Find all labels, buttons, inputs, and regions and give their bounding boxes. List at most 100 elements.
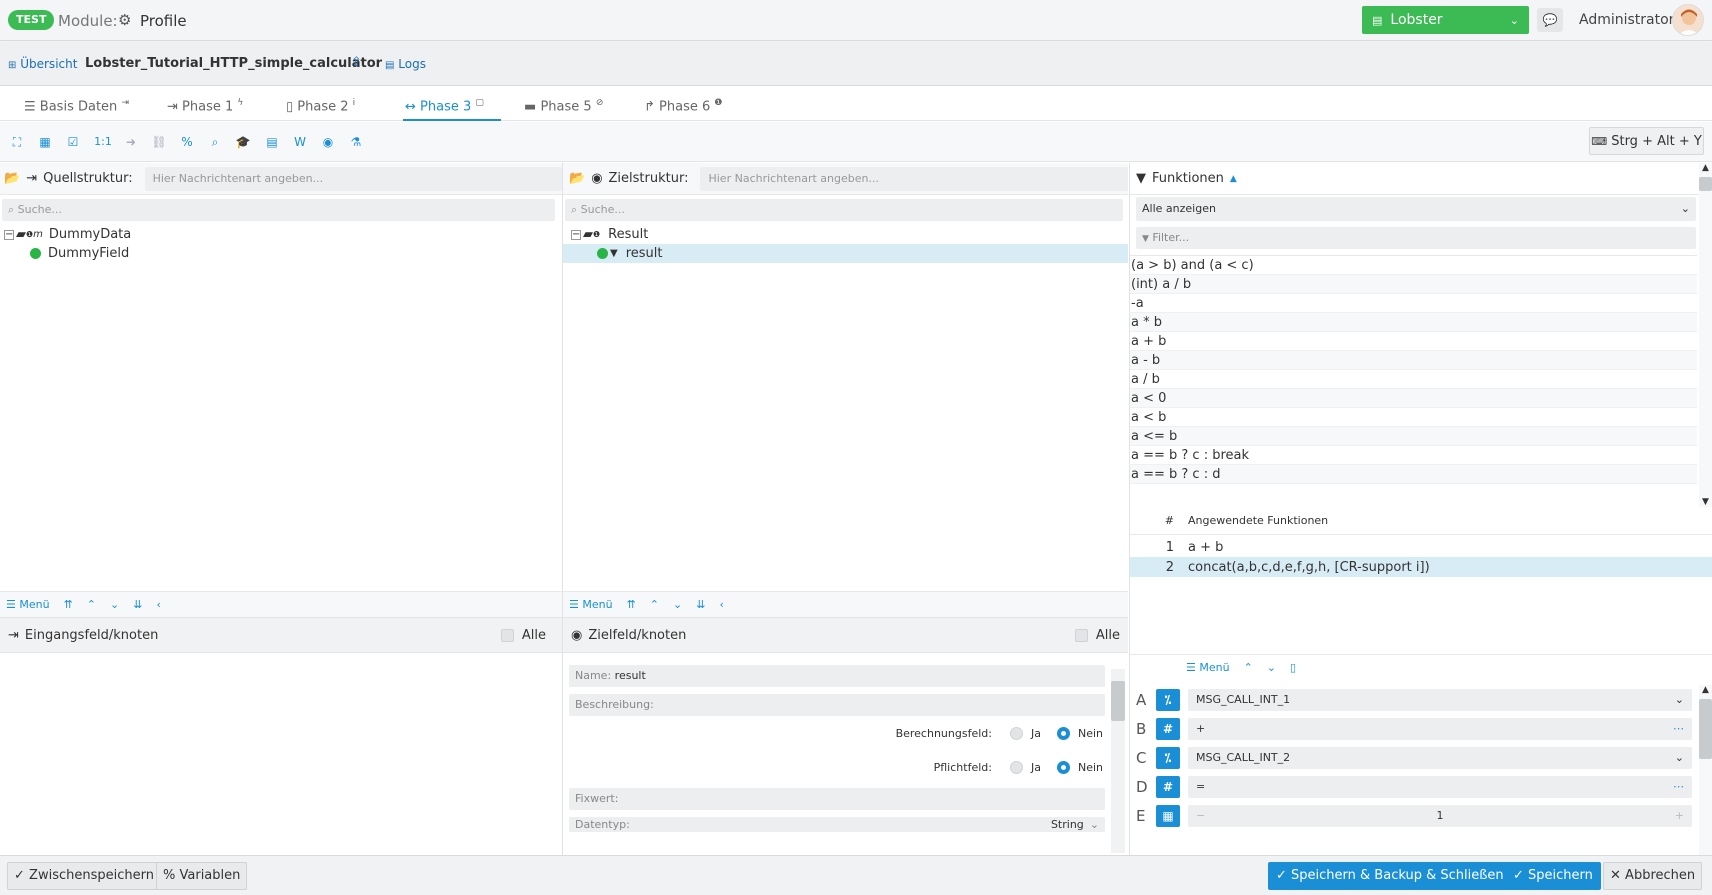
document-icon[interactable]: ▯: [1290, 661, 1296, 674]
overview-link[interactable]: ⊞ Übersicht: [8, 57, 77, 71]
module-name[interactable]: Profile: [140, 12, 187, 30]
percent-icon[interactable]: ⁒: [1156, 688, 1180, 711]
hash-icon[interactable]: #: [1156, 717, 1180, 740]
folder-open-icon[interactable]: 📂: [569, 171, 585, 186]
double-down-icon[interactable]: ⇊: [696, 598, 705, 611]
show-all-select[interactable]: Alle anzeigen ⌄: [1136, 197, 1696, 221]
list-item[interactable]: a - b: [1130, 351, 1697, 370]
variables-button[interactable]: % Variablen: [156, 862, 248, 890]
search-icon[interactable]: ⌕: [205, 132, 225, 152]
target-menu-button[interactable]: ☰ Menü: [569, 598, 613, 611]
tab-phase-1[interactable]: ⇥ Phase 1 ϟ: [165, 86, 245, 121]
left-icon[interactable]: ‹: [156, 598, 160, 611]
logs-link[interactable]: ▤ Logs: [385, 57, 426, 71]
percent-icon[interactable]: ⁒: [1156, 746, 1180, 769]
up-icon[interactable]: ⌃: [1244, 661, 1253, 674]
target-search-input[interactable]: ⌕ Suche...: [565, 199, 1123, 221]
left-icon[interactable]: ‹: [719, 598, 723, 611]
list-item[interactable]: -a: [1130, 294, 1697, 313]
calculator-icon[interactable]: ▦: [1156, 804, 1180, 827]
down-icon[interactable]: ⌄: [1267, 661, 1276, 674]
export-icon[interactable]: ⇪: [351, 55, 362, 70]
params-scrollbar[interactable]: ▲: [1699, 685, 1712, 855]
functions-scrollbar[interactable]: ▲ ▼: [1699, 163, 1712, 507]
double-up-icon[interactable]: ⇈: [627, 598, 636, 611]
word-file-icon[interactable]: W: [290, 132, 310, 152]
all-checkbox[interactable]: [1074, 628, 1088, 642]
tree-node-dummyfield[interactable]: DummyField: [4, 244, 562, 263]
caret-up-icon[interactable]: ▲: [1230, 174, 1237, 184]
fixed-value-field[interactable]: Fixwert:: [569, 788, 1105, 810]
list-alt-icon[interactable]: ▤: [262, 132, 282, 152]
param-input[interactable]: + ⋯: [1188, 717, 1692, 740]
scroll-down-icon[interactable]: ▼: [1699, 497, 1712, 507]
link-icon[interactable]: ⛓: [149, 132, 169, 152]
avatar[interactable]: [1672, 4, 1704, 36]
tab-phase-3[interactable]: ↔ Phase 3 ▢: [403, 86, 501, 121]
list-item[interactable]: (int) a / b: [1130, 275, 1697, 294]
scrollbar-thumb[interactable]: [1699, 699, 1712, 759]
flask-icon[interactable]: ⚗: [346, 132, 366, 152]
tree-node-result[interactable]: ▼ result: [563, 244, 1128, 263]
param-number-stepper[interactable]: − 1 +: [1188, 804, 1692, 827]
tab-phase-5[interactable]: ▬ Phase 5 ⊘: [522, 86, 605, 121]
percent-icon[interactable]: %: [177, 132, 197, 152]
up-icon[interactable]: ⌃: [87, 598, 96, 611]
param-select[interactable]: MSG_CALL_INT_2 ⌄: [1188, 746, 1692, 769]
double-up-icon[interactable]: ⇈: [64, 598, 73, 611]
hash-icon[interactable]: #: [1156, 775, 1180, 798]
calc-yes-radio[interactable]: [1009, 726, 1023, 740]
datatype-select[interactable]: Datentyp: String ⌄: [569, 817, 1105, 832]
profile-select[interactable]: ▤ Lobster ⌄: [1362, 6, 1529, 34]
tab-phase-2[interactable]: ▯ Phase 2 i: [284, 86, 357, 121]
source-message-type-input[interactable]: Hier Nachrichtenart angeben...: [144, 166, 562, 191]
param-select[interactable]: MSG_CALL_INT_1 ⌄: [1188, 688, 1692, 711]
list-item[interactable]: a < b: [1130, 408, 1697, 427]
scroll-up-icon[interactable]: ▲: [1699, 163, 1712, 173]
name-field[interactable]: Name: result: [569, 665, 1105, 687]
required-yes-radio[interactable]: [1009, 760, 1023, 774]
list-item[interactable]: a + b: [1130, 332, 1697, 351]
tree-node-result-root[interactable]: − ▰ ❶ Result: [571, 225, 1128, 244]
list-item[interactable]: (a > b) and (a < c): [1130, 256, 1697, 275]
list-item[interactable]: a * b: [1130, 313, 1697, 332]
functions-filter-input[interactable]: ▼ Filter...: [1136, 227, 1696, 249]
description-field[interactable]: Beschreibung:: [569, 694, 1105, 716]
calc-no-radio[interactable]: [1056, 726, 1070, 740]
save-backup-close-button[interactable]: ✓ Speichern & Backup & Schließen: [1268, 862, 1512, 890]
collapse-icon[interactable]: −: [571, 229, 581, 240]
chat-icon[interactable]: 💬: [1537, 8, 1563, 32]
plus-icon[interactable]: +: [1675, 805, 1684, 827]
list-item[interactable]: a == b ? c : break: [1130, 446, 1697, 465]
grid-icon[interactable]: ▦: [35, 132, 55, 152]
applied-menu-button[interactable]: ☰ Menü: [1186, 661, 1230, 674]
double-down-icon[interactable]: ⇊: [133, 598, 142, 611]
list-item[interactable]: a < 0: [1130, 389, 1697, 408]
down-icon[interactable]: ⌄: [110, 598, 119, 611]
list-item[interactable]: a <= b: [1130, 427, 1697, 446]
scrollbar-thumb[interactable]: [1111, 681, 1125, 721]
scrollbar-thumb[interactable]: [1699, 177, 1712, 191]
table-row[interactable]: 2 concat(a,b,c,d,e,f,g,h, [CR-support i]…: [1130, 557, 1712, 577]
list-item[interactable]: a == b ? c : d: [1130, 465, 1697, 484]
tab-basis-daten[interactable]: ☰ Basis Daten ⇥: [22, 86, 131, 121]
graduation-cap-icon[interactable]: 🎓: [233, 132, 253, 152]
minus-icon[interactable]: −: [1196, 805, 1205, 827]
save-temp-button[interactable]: ✓ Zwischenspeichern: [7, 862, 161, 890]
arrow-right-icon[interactable]: ➜: [121, 132, 141, 152]
collapse-icon[interactable]: −: [4, 229, 14, 240]
eye-icon[interactable]: ◉: [318, 132, 338, 152]
up-icon[interactable]: ⌃: [650, 598, 659, 611]
checkbox-icon[interactable]: ☑: [63, 132, 83, 152]
list-item[interactable]: a / b: [1130, 370, 1697, 389]
expand-icon[interactable]: ⛶: [7, 132, 27, 152]
all-checkbox[interactable]: [500, 628, 514, 642]
target-message-type-input[interactable]: Hier Nachrichtenart angeben...: [700, 166, 1128, 191]
one-to-one-button[interactable]: 1:1: [91, 132, 115, 152]
required-no-radio[interactable]: [1056, 760, 1070, 774]
param-input[interactable]: = ⋯: [1188, 775, 1692, 798]
cancel-button[interactable]: ✕ Abbrechen: [1603, 862, 1703, 890]
ellipsis-icon[interactable]: ⋯: [1673, 718, 1684, 740]
form-scrollbar[interactable]: [1111, 669, 1125, 853]
save-button[interactable]: ✓ Speichern: [1505, 862, 1601, 890]
